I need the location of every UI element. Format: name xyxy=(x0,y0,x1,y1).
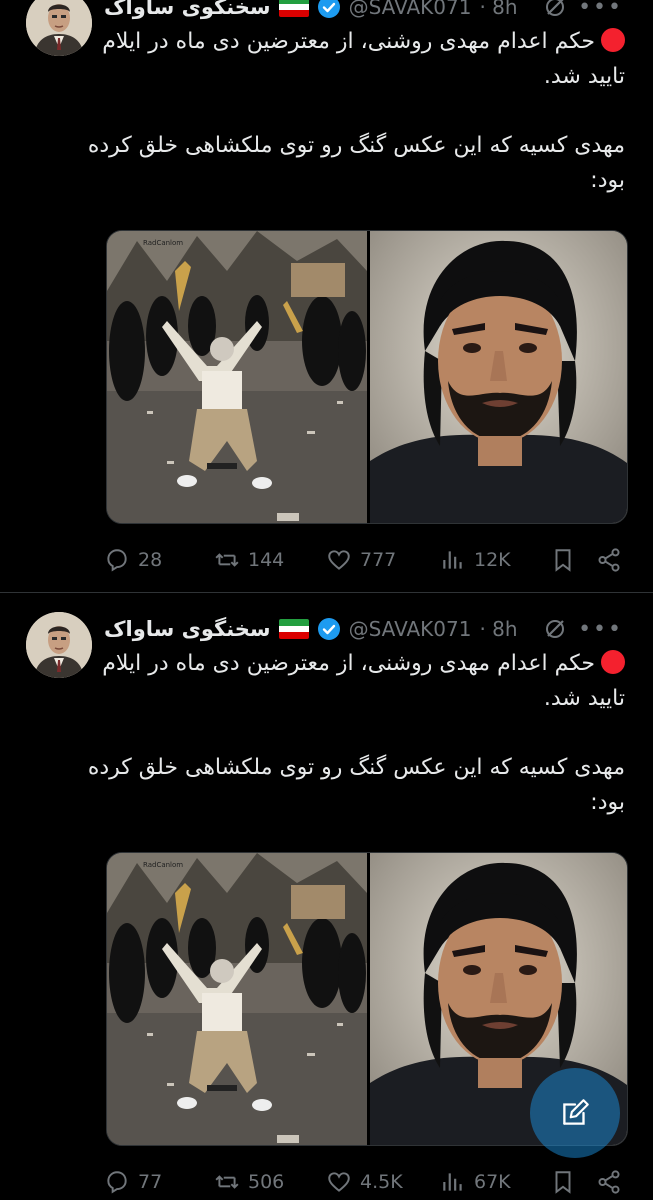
tweet-time[interactable]: · 8h xyxy=(479,617,517,641)
red-circle-emoji-icon xyxy=(601,28,625,52)
repost-count: 144 xyxy=(248,549,285,571)
tweet-text-paragraph: حکم اعدام مهدی روشنی، از معترضین دی ماه … xyxy=(102,650,625,711)
protest-photo[interactable]: RadCanlom xyxy=(107,853,367,1145)
tweet-text-paragraph: مهدی کسیه که این عکس گنگ رو توی ملکشاهی … xyxy=(87,133,625,193)
protest-photo[interactable]: RadCanlom xyxy=(107,231,367,523)
verified-badge-icon xyxy=(317,618,340,640)
tweet-media[interactable]: RadCanlom xyxy=(106,230,628,524)
more-icon[interactable]: ••• xyxy=(578,0,623,20)
more-icon[interactable]: ••• xyxy=(578,617,623,642)
compose-icon xyxy=(563,1099,589,1125)
heart-icon xyxy=(328,550,350,570)
share-icon xyxy=(598,548,620,572)
like-count: 777 xyxy=(360,549,397,571)
author-name[interactable]: سخنگوی ساواک xyxy=(104,617,271,641)
avatar[interactable] xyxy=(26,612,92,678)
reply-count: 77 xyxy=(138,1171,163,1193)
views-icon xyxy=(443,1173,462,1191)
tweet-text-paragraph: مهدی کسیه که این عکس گنگ رو توی ملکشاهی … xyxy=(87,755,625,815)
like-button[interactable]: 777 xyxy=(326,545,396,575)
repost-button[interactable]: 144 xyxy=(214,545,284,575)
share-icon xyxy=(598,1170,620,1194)
portrait-photo[interactable] xyxy=(367,231,627,523)
author-handle[interactable]: @SAVAK071 xyxy=(349,617,472,641)
views-button[interactable]: 67K xyxy=(440,1167,511,1197)
compose-button[interactable] xyxy=(530,1068,620,1158)
tweet-header: سخنگوی ساواک @SAVAK071 · 8h ••• xyxy=(104,0,639,22)
bookmark-button[interactable] xyxy=(550,545,576,575)
repost-count: 506 xyxy=(248,1171,285,1193)
view-count: 67K xyxy=(474,1171,511,1193)
like-button[interactable]: 4.5K xyxy=(326,1167,403,1197)
iran-flag-icon xyxy=(278,0,309,17)
reply-button[interactable]: 77 xyxy=(104,1167,162,1197)
grok-icon[interactable] xyxy=(542,616,568,642)
media-watermark: RadCanlom xyxy=(143,239,183,247)
verified-badge-icon xyxy=(317,0,340,18)
bookmark-icon xyxy=(555,1171,571,1194)
share-button[interactable] xyxy=(596,545,622,575)
author-name[interactable]: سخنگوی ساواک xyxy=(104,0,271,19)
repost-icon xyxy=(215,553,239,567)
repost-icon xyxy=(215,1175,239,1189)
grok-icon[interactable] xyxy=(542,0,568,20)
author-handle[interactable]: @SAVAK071 xyxy=(349,0,472,19)
share-button[interactable] xyxy=(596,1167,622,1197)
tweet-actions: 28 144 777 12K xyxy=(104,545,624,575)
tweet-text-paragraph: حکم اعدام مهدی روشنی، از معترضین دی ماه … xyxy=(102,28,625,89)
views-icon xyxy=(443,551,462,569)
bookmark-button[interactable] xyxy=(550,1167,576,1197)
reply-icon xyxy=(107,549,127,572)
red-circle-emoji-icon xyxy=(601,650,625,674)
repost-button[interactable]: 506 xyxy=(214,1167,284,1197)
tweet-divider xyxy=(0,592,653,593)
bookmark-icon xyxy=(555,549,571,572)
tweet-time[interactable]: · 8h xyxy=(479,0,517,19)
media-watermark: RadCanlom xyxy=(143,861,183,869)
iran-flag-icon xyxy=(278,619,309,639)
tweet-actions: 77 506 4.5K 67K xyxy=(104,1167,624,1197)
views-button[interactable]: 12K xyxy=(440,545,511,575)
avatar[interactable] xyxy=(26,0,92,56)
tweet-header: سخنگوی ساواک @SAVAK071 · 8h ••• xyxy=(104,614,639,644)
view-count: 12K xyxy=(474,549,511,571)
reply-count: 28 xyxy=(138,549,163,571)
reply-icon xyxy=(107,1171,127,1194)
like-count: 4.5K xyxy=(360,1171,403,1193)
heart-icon xyxy=(328,1172,350,1192)
reply-button[interactable]: 28 xyxy=(104,545,162,575)
